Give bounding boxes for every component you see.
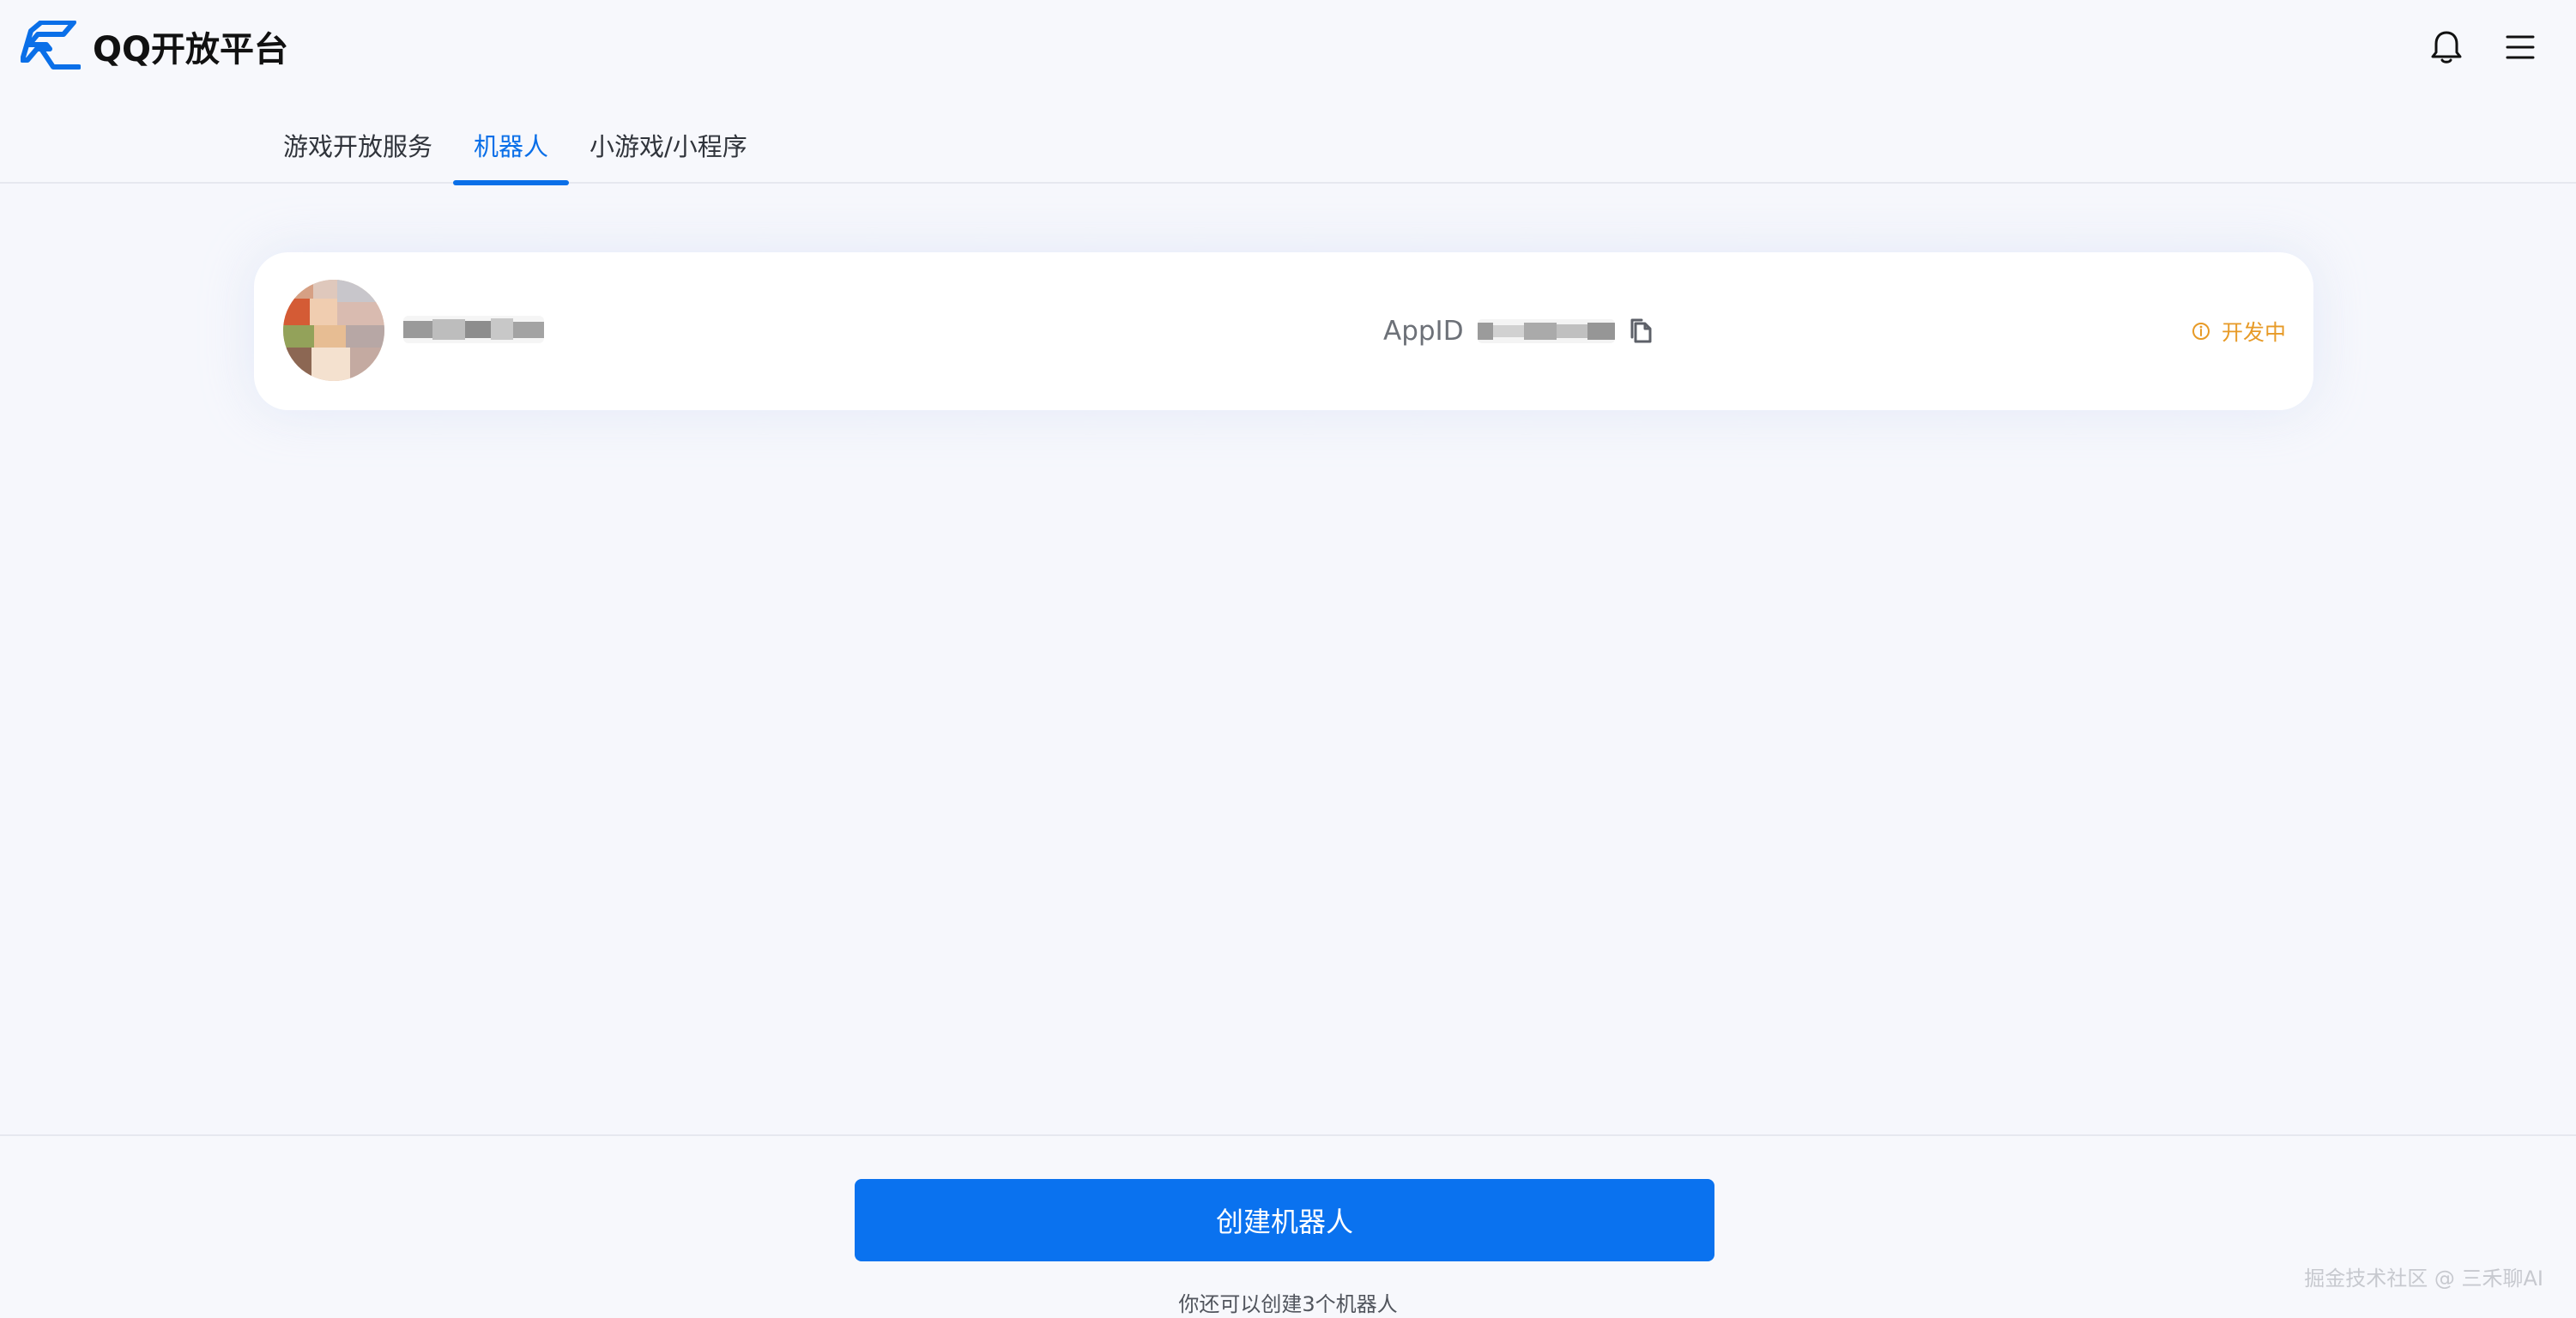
- tab-mini-games[interactable]: 小游戏/小程序: [569, 110, 768, 184]
- brand-logo[interactable]: QQ开放平台: [21, 21, 288, 72]
- tab-game-services[interactable]: 游戏开放服务: [263, 110, 453, 184]
- appid-value-redacted: [1477, 319, 1615, 343]
- copy-icon: [1630, 318, 1652, 343]
- copy-appid-button[interactable]: [1627, 317, 1654, 345]
- bot-avatar: [283, 280, 384, 381]
- notification-button[interactable]: [2427, 27, 2466, 67]
- remaining-robot-count: 你还可以创建3个机器人: [1178, 1292, 1398, 1316]
- tab-robot[interactable]: 机器人: [453, 110, 570, 185]
- brand-name: QQ开放平台: [93, 30, 289, 70]
- create-robot-button[interactable]: 创建机器人: [855, 1179, 1714, 1261]
- bot-name-redacted: [403, 316, 544, 343]
- bot-card[interactable]: AppID 开发中: [254, 252, 2313, 410]
- status-label: 开发中: [2221, 320, 2286, 345]
- pixelated-avatar-image: [283, 280, 384, 381]
- bell-icon: [2431, 31, 2462, 63]
- qq-open-platform-logo: [21, 21, 81, 70]
- bot-status: 开发中: [2191, 312, 2286, 350]
- bot-appid: AppID: [1383, 307, 1654, 355]
- menu-button[interactable]: [2500, 27, 2540, 67]
- pixelated-bot-name: [403, 316, 544, 343]
- menu-icon: [2506, 35, 2535, 59]
- appid-label: AppID: [1383, 316, 1464, 347]
- community-watermark: 掘金技术社区 @ 三禾聊AI: [2304, 1267, 2543, 1291]
- header-actions: [2427, 27, 2540, 67]
- create-robot-footer: 创建机器人 你还可以创建3个机器人: [0, 1134, 2576, 1318]
- pixelated-appid: [1477, 319, 1615, 343]
- info-circle-icon: [2192, 323, 2210, 340]
- top-navigation: QQ开放平台 游戏开放服务 机器人 小游戏/小程序: [0, 0, 2576, 185]
- main-tabs: 游戏开放服务 机器人 小游戏/小程序: [263, 110, 768, 185]
